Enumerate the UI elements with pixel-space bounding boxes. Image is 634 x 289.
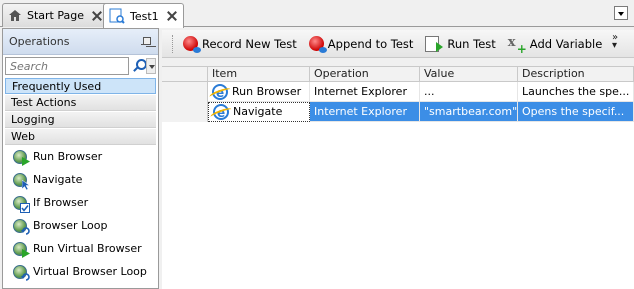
home-icon xyxy=(9,10,21,21)
operation-browser-loop[interactable]: Browser Loop xyxy=(3,214,158,237)
description-cell[interactable]: Opens the specif... xyxy=(518,101,634,122)
operation-label: Run Virtual Browser xyxy=(33,242,142,255)
search-dropdown-button[interactable] xyxy=(145,58,156,74)
pin-icon[interactable] xyxy=(140,36,152,48)
panel-header: Operations xyxy=(3,29,158,55)
test-items-grid: Item Operation Value Description Run Bro… xyxy=(162,66,634,289)
record-icon xyxy=(183,36,201,53)
item-label: Run Browser xyxy=(232,84,302,98)
tab-label: Test1 xyxy=(130,9,159,23)
category-logging[interactable]: Logging xyxy=(5,112,156,128)
operation-label: If Browser xyxy=(33,196,89,209)
row-header[interactable] xyxy=(162,101,208,122)
browser-loop-icon xyxy=(13,218,30,235)
append-record-icon xyxy=(308,36,327,53)
tab-start-page[interactable]: Start Page xyxy=(2,3,109,27)
operation-virtual-browser-loop[interactable]: Virtual Browser Loop xyxy=(3,260,158,283)
row-header[interactable] xyxy=(162,81,208,102)
internet-explorer-icon xyxy=(212,83,228,102)
column-header-description[interactable]: Description xyxy=(518,67,634,81)
if-browser-icon xyxy=(13,195,30,213)
tab-test1[interactable]: Test1 xyxy=(103,3,184,28)
operation-if-browser[interactable]: If Browser xyxy=(3,191,158,214)
append-to-test-button[interactable]: Append to Test xyxy=(306,33,417,55)
category-frequently-used[interactable]: Frequently Used xyxy=(5,78,156,94)
operation-label: Navigate xyxy=(33,173,83,186)
column-header-item[interactable]: Item xyxy=(208,67,310,81)
operation-cell[interactable]: Internet Explorer xyxy=(310,81,420,102)
variable-icon: x xyxy=(508,35,527,56)
row-header-corner xyxy=(162,67,208,81)
operation-label: Virtual Browser Loop xyxy=(33,265,147,278)
test-toolbar: Record New Test Append to Test Run Test … xyxy=(162,30,634,58)
item-cell[interactable]: Navigate xyxy=(208,101,310,122)
close-icon[interactable] xyxy=(91,10,103,22)
table-row[interactable]: Run Browser Internet Explorer ... Launch… xyxy=(162,81,634,102)
run-browser-icon xyxy=(13,149,30,166)
category-test-actions[interactable]: Test Actions xyxy=(5,95,156,111)
toolbar-overflow-icon[interactable]: » ▾ xyxy=(612,33,622,52)
value-cell[interactable]: ... xyxy=(420,81,518,102)
add-variable-label: Add Variable xyxy=(529,36,603,51)
run-test-label: Run Test xyxy=(447,36,496,51)
run-virtual-browser-icon xyxy=(13,241,30,258)
navigate-icon xyxy=(13,172,30,190)
run-icon xyxy=(425,35,444,52)
run-test-button[interactable]: Run Test xyxy=(422,33,498,55)
operation-run-browser[interactable]: Run Browser xyxy=(3,145,158,168)
operation-cell[interactable]: Internet Explorer xyxy=(310,101,420,122)
column-header-operation[interactable]: Operation xyxy=(310,67,420,81)
add-variable-button[interactable]: x Add Variable xyxy=(505,33,605,56)
operation-label: Browser Loop xyxy=(33,219,108,232)
value-cell[interactable]: "smartbear.com",... xyxy=(420,101,518,122)
internet-explorer-icon xyxy=(213,103,229,121)
table-row[interactable]: Navigate Internet Explorer "smartbear.co… xyxy=(162,101,634,122)
virtual-browser-loop-icon xyxy=(13,264,30,281)
search-input[interactable] xyxy=(5,57,129,75)
record-new-test-button[interactable]: Record New Test xyxy=(180,33,300,55)
operation-navigate[interactable]: Navigate xyxy=(3,168,158,191)
close-icon[interactable] xyxy=(166,10,178,22)
tab-list-dropdown-button[interactable] xyxy=(614,6,628,20)
test-icon xyxy=(109,8,125,24)
toolbar-grip[interactable] xyxy=(172,34,175,53)
document-tab-strip: Start Page Test1 xyxy=(0,0,634,28)
description-cell[interactable]: Launches the spe... xyxy=(518,81,634,102)
append-to-test-label: Append to Test xyxy=(327,36,414,51)
column-header-value[interactable]: Value xyxy=(420,67,518,81)
operation-run-virtual-browser[interactable]: Run Virtual Browser xyxy=(3,237,158,260)
item-label: Navigate xyxy=(233,104,283,118)
operations-panel: Operations Frequently Used Test Actions … xyxy=(2,28,159,289)
search-icon[interactable] xyxy=(132,59,147,73)
panel-title: Operations xyxy=(9,35,70,48)
category-web[interactable]: Web xyxy=(5,129,156,145)
search-row xyxy=(3,55,158,77)
tab-label: Start Page xyxy=(27,9,84,22)
grid-header: Item Operation Value Description xyxy=(162,67,634,82)
record-new-test-label: Record New Test xyxy=(202,36,297,51)
operation-label: Run Browser xyxy=(33,150,103,163)
item-cell[interactable]: Run Browser xyxy=(208,81,310,102)
